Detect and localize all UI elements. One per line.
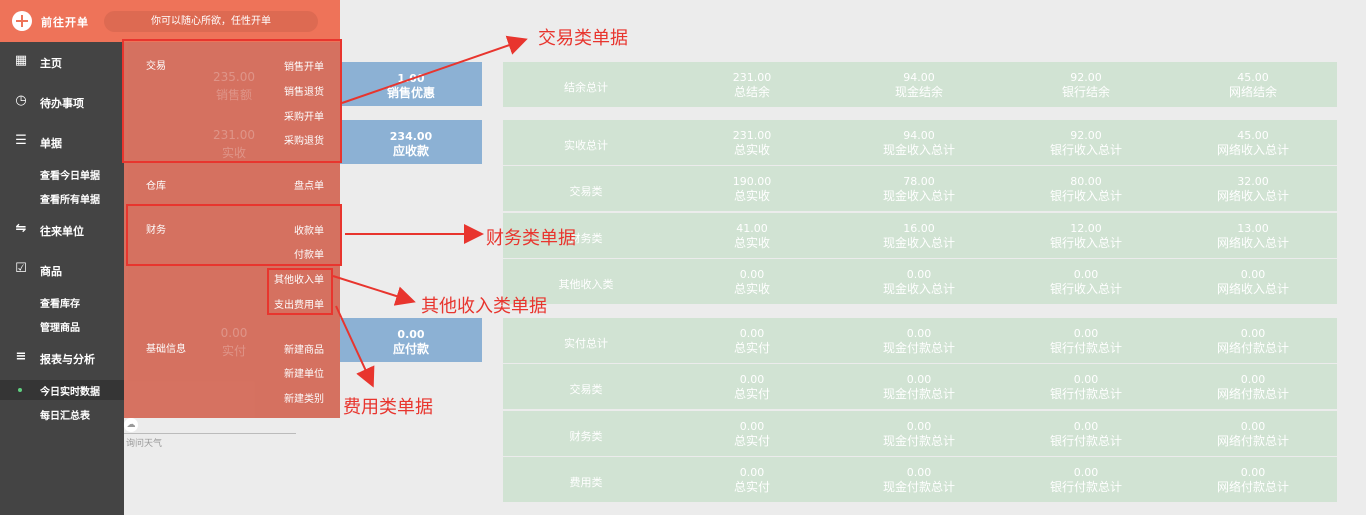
annotation-expense: 费用类单据 bbox=[343, 397, 433, 418]
arrow-trade bbox=[341, 35, 528, 104]
annotation-trade: 交易类单据 bbox=[538, 28, 628, 49]
annotation-other: 其他收入类单据 bbox=[421, 296, 547, 317]
annotation-arrows bbox=[332, 35, 528, 388]
arrow-expense bbox=[335, 305, 375, 388]
arrow-other bbox=[332, 275, 416, 306]
annotation-finance: 财务类单据 bbox=[486, 228, 576, 249]
